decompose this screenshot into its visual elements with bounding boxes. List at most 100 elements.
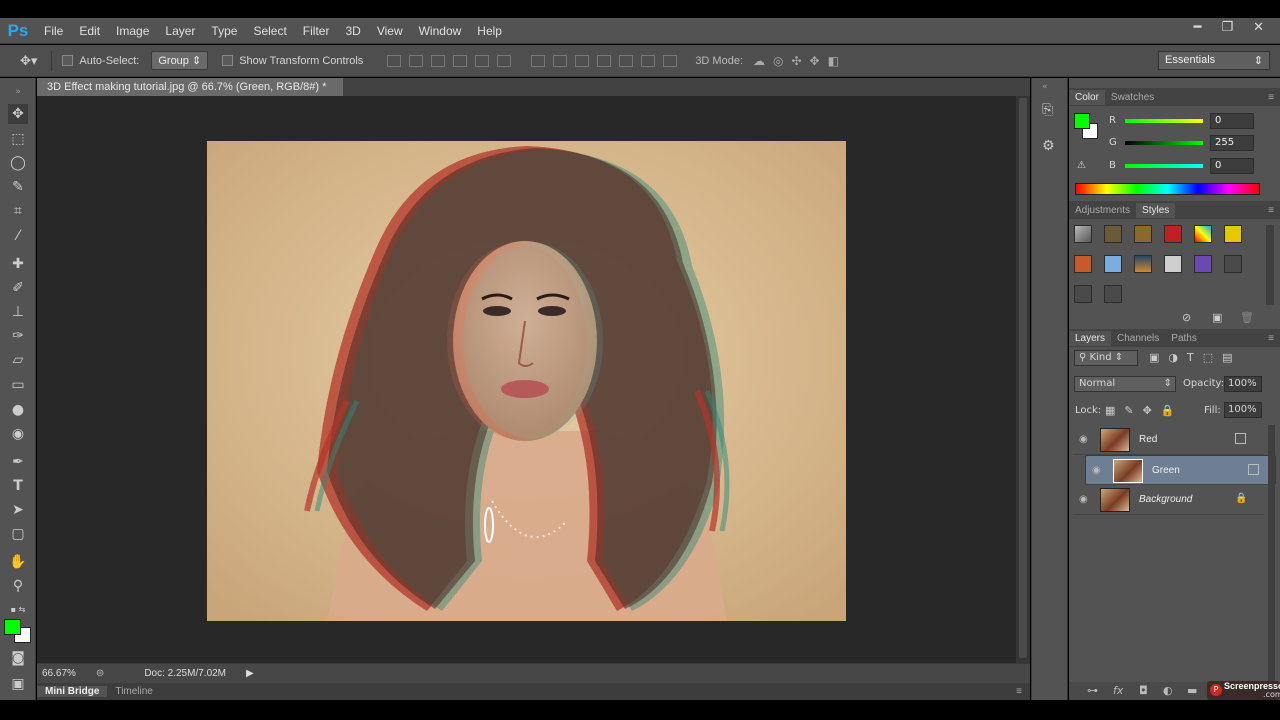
green-value[interactable]: 255 xyxy=(1210,135,1254,151)
layer-name[interactable]: Background xyxy=(1139,494,1192,505)
align-right-icon[interactable] xyxy=(497,54,512,67)
move-tool-icon[interactable]: ✥ xyxy=(8,104,28,124)
menu-help[interactable]: Help xyxy=(469,24,510,38)
auto-align-icon[interactable] xyxy=(663,54,678,67)
type-tool-icon[interactable]: T xyxy=(8,476,28,496)
strip-collapse-icon[interactable]: « xyxy=(1042,82,1048,92)
foreground-color-swatch[interactable] xyxy=(4,619,21,635)
eraser-tool-icon[interactable]: ▱ xyxy=(8,350,28,370)
styles-panel-menu-icon[interactable]: ≡ xyxy=(1262,203,1280,218)
gradient-tool-icon[interactable]: ▭ xyxy=(8,375,28,395)
distribute-top-icon[interactable] xyxy=(531,54,546,67)
visibility-eye-icon[interactable]: ◉ xyxy=(1079,494,1091,505)
eyedropper-tool-icon[interactable]: ⁄ xyxy=(8,226,28,246)
visibility-eye-icon[interactable]: ◉ xyxy=(1092,465,1104,476)
auto-select-dropdown[interactable]: Group ⇕ xyxy=(151,51,209,70)
crop-tool-icon[interactable]: ⌗ xyxy=(8,201,28,221)
style-swatch[interactable] xyxy=(1104,255,1122,273)
tab-styles[interactable]: Styles xyxy=(1136,202,1176,218)
style-swatch[interactable] xyxy=(1074,225,1092,243)
screen-mode-icon[interactable]: ▣ xyxy=(8,674,28,694)
gamut-warning-icon[interactable]: ⚠ xyxy=(1077,160,1086,171)
status-info-icon[interactable]: ⊜ xyxy=(96,668,104,679)
menu-edit[interactable]: Edit xyxy=(71,24,108,38)
color-panel-foreground[interactable] xyxy=(1074,113,1090,129)
tab-paths[interactable]: Paths xyxy=(1165,331,1203,346)
lasso-tool-icon[interactable]: ◯ xyxy=(8,153,28,173)
align-bottom-icon[interactable] xyxy=(431,54,446,67)
opacity-field[interactable]: 100% xyxy=(1224,376,1262,392)
menu-3d[interactable]: 3D xyxy=(337,24,368,38)
align-hcenter-icon[interactable] xyxy=(475,54,490,67)
properties-panel-icon[interactable]: ⚙ xyxy=(1042,138,1055,154)
red-slider-track[interactable] xyxy=(1125,119,1203,123)
history-brush-tool-icon[interactable]: ✑ xyxy=(8,326,28,346)
menu-select[interactable]: Select xyxy=(245,24,294,38)
tab-mini-bridge[interactable]: Mini Bridge xyxy=(37,686,108,697)
distribute-right-icon[interactable] xyxy=(641,54,656,67)
restore-button[interactable]: ❐ xyxy=(1221,20,1233,35)
panel-collapse-icon[interactable]: » xyxy=(8,82,28,102)
status-menu-arrow-icon[interactable]: ▶ xyxy=(246,668,254,679)
layer-filter-icons[interactable]: ▣◑T⬚▤ xyxy=(1149,351,1242,364)
style-swatch[interactable] xyxy=(1194,255,1212,273)
workspace-dropdown[interactable]: Essentials ⇕ xyxy=(1158,51,1270,70)
style-swatch[interactable] xyxy=(1104,285,1122,303)
style-swatch[interactable] xyxy=(1164,255,1182,273)
filter-kind-dropdown[interactable]: ⚲ Kind ⇕ xyxy=(1074,350,1138,366)
menu-image[interactable]: Image xyxy=(108,24,157,38)
fill-field[interactable]: 100% xyxy=(1224,402,1262,418)
layer-name[interactable]: Red xyxy=(1139,434,1157,445)
bottom-panel-menu-icon[interactable]: ≡ xyxy=(1008,686,1030,697)
visibility-eye-icon[interactable]: ◉ xyxy=(1079,434,1091,445)
align-left-icon[interactable] xyxy=(453,54,468,67)
layer-row-background[interactable]: ◉ Background 🔒 xyxy=(1073,485,1264,515)
hand-tool-icon[interactable]: ✋ xyxy=(8,552,28,572)
tab-swatches[interactable]: Swatches xyxy=(1105,90,1160,105)
green-slider-track[interactable] xyxy=(1125,141,1203,145)
menu-view[interactable]: View xyxy=(369,24,411,38)
healing-brush-tool-icon[interactable]: ✚ xyxy=(8,254,28,274)
red-value[interactable]: 0 xyxy=(1210,113,1254,129)
blend-mode-dropdown[interactable]: Normal ⇕ xyxy=(1074,376,1176,392)
tab-layers[interactable]: Layers xyxy=(1069,330,1112,346)
color-spectrum-bar[interactable] xyxy=(1075,183,1260,195)
path-select-tool-icon[interactable]: ➤ xyxy=(8,500,28,520)
slider-red[interactable]: R 0 xyxy=(1069,112,1280,132)
style-swatch[interactable] xyxy=(1134,255,1152,273)
style-swatch[interactable] xyxy=(1224,255,1242,273)
style-swatch[interactable] xyxy=(1104,225,1122,243)
distribute-vcenter-icon[interactable] xyxy=(553,54,568,67)
move-tool-preset-icon[interactable]: ✥▾ xyxy=(20,53,37,69)
align-top-icon[interactable] xyxy=(387,54,402,67)
distribute-left-icon[interactable] xyxy=(597,54,612,67)
tab-color[interactable]: Color xyxy=(1069,89,1105,105)
minimize-button[interactable]: ━ xyxy=(1194,20,1202,35)
menu-file[interactable]: File xyxy=(36,24,71,38)
new-style-icon[interactable]: ▣ xyxy=(1212,311,1222,324)
default-colors-icon[interactable]: ▪ ⇆ xyxy=(8,600,28,620)
clear-style-icon[interactable]: ⊘ xyxy=(1182,311,1191,324)
fx-icon[interactable]: fx xyxy=(1113,684,1123,697)
menu-type[interactable]: Type xyxy=(203,24,245,38)
menu-window[interactable]: Window xyxy=(411,24,470,38)
style-swatch[interactable] xyxy=(1194,225,1212,243)
group-icon[interactable]: ▬ xyxy=(1187,684,1197,697)
add-mask-icon[interactable]: ◘ xyxy=(1139,684,1148,697)
tab-adjustments[interactable]: Adjustments xyxy=(1069,203,1136,218)
quick-mask-icon[interactable]: ◙ xyxy=(8,648,28,668)
distribute-bottom-icon[interactable] xyxy=(575,54,590,67)
quick-select-tool-icon[interactable]: ✎ xyxy=(8,177,28,197)
menu-filter[interactable]: Filter xyxy=(295,24,338,38)
3d-mode-icons[interactable]: ☁◎✣✥◧ xyxy=(753,54,847,68)
brush-tool-icon[interactable]: ✐ xyxy=(8,278,28,298)
layer-row-green[interactable]: ◉ Green xyxy=(1085,455,1276,485)
slider-blue[interactable]: ⚠ B 0 xyxy=(1069,157,1280,177)
pen-tool-icon[interactable]: ✒ xyxy=(8,452,28,472)
zoom-tool-icon[interactable]: ⚲ xyxy=(8,576,28,596)
distribute-hcenter-icon[interactable] xyxy=(619,54,634,67)
blur-tool-icon[interactable]: ● xyxy=(8,400,28,420)
color-panel-menu-icon[interactable]: ≡ xyxy=(1262,90,1280,105)
layer-name[interactable]: Green xyxy=(1152,465,1180,476)
zoom-level[interactable]: 66.67% xyxy=(42,668,76,679)
